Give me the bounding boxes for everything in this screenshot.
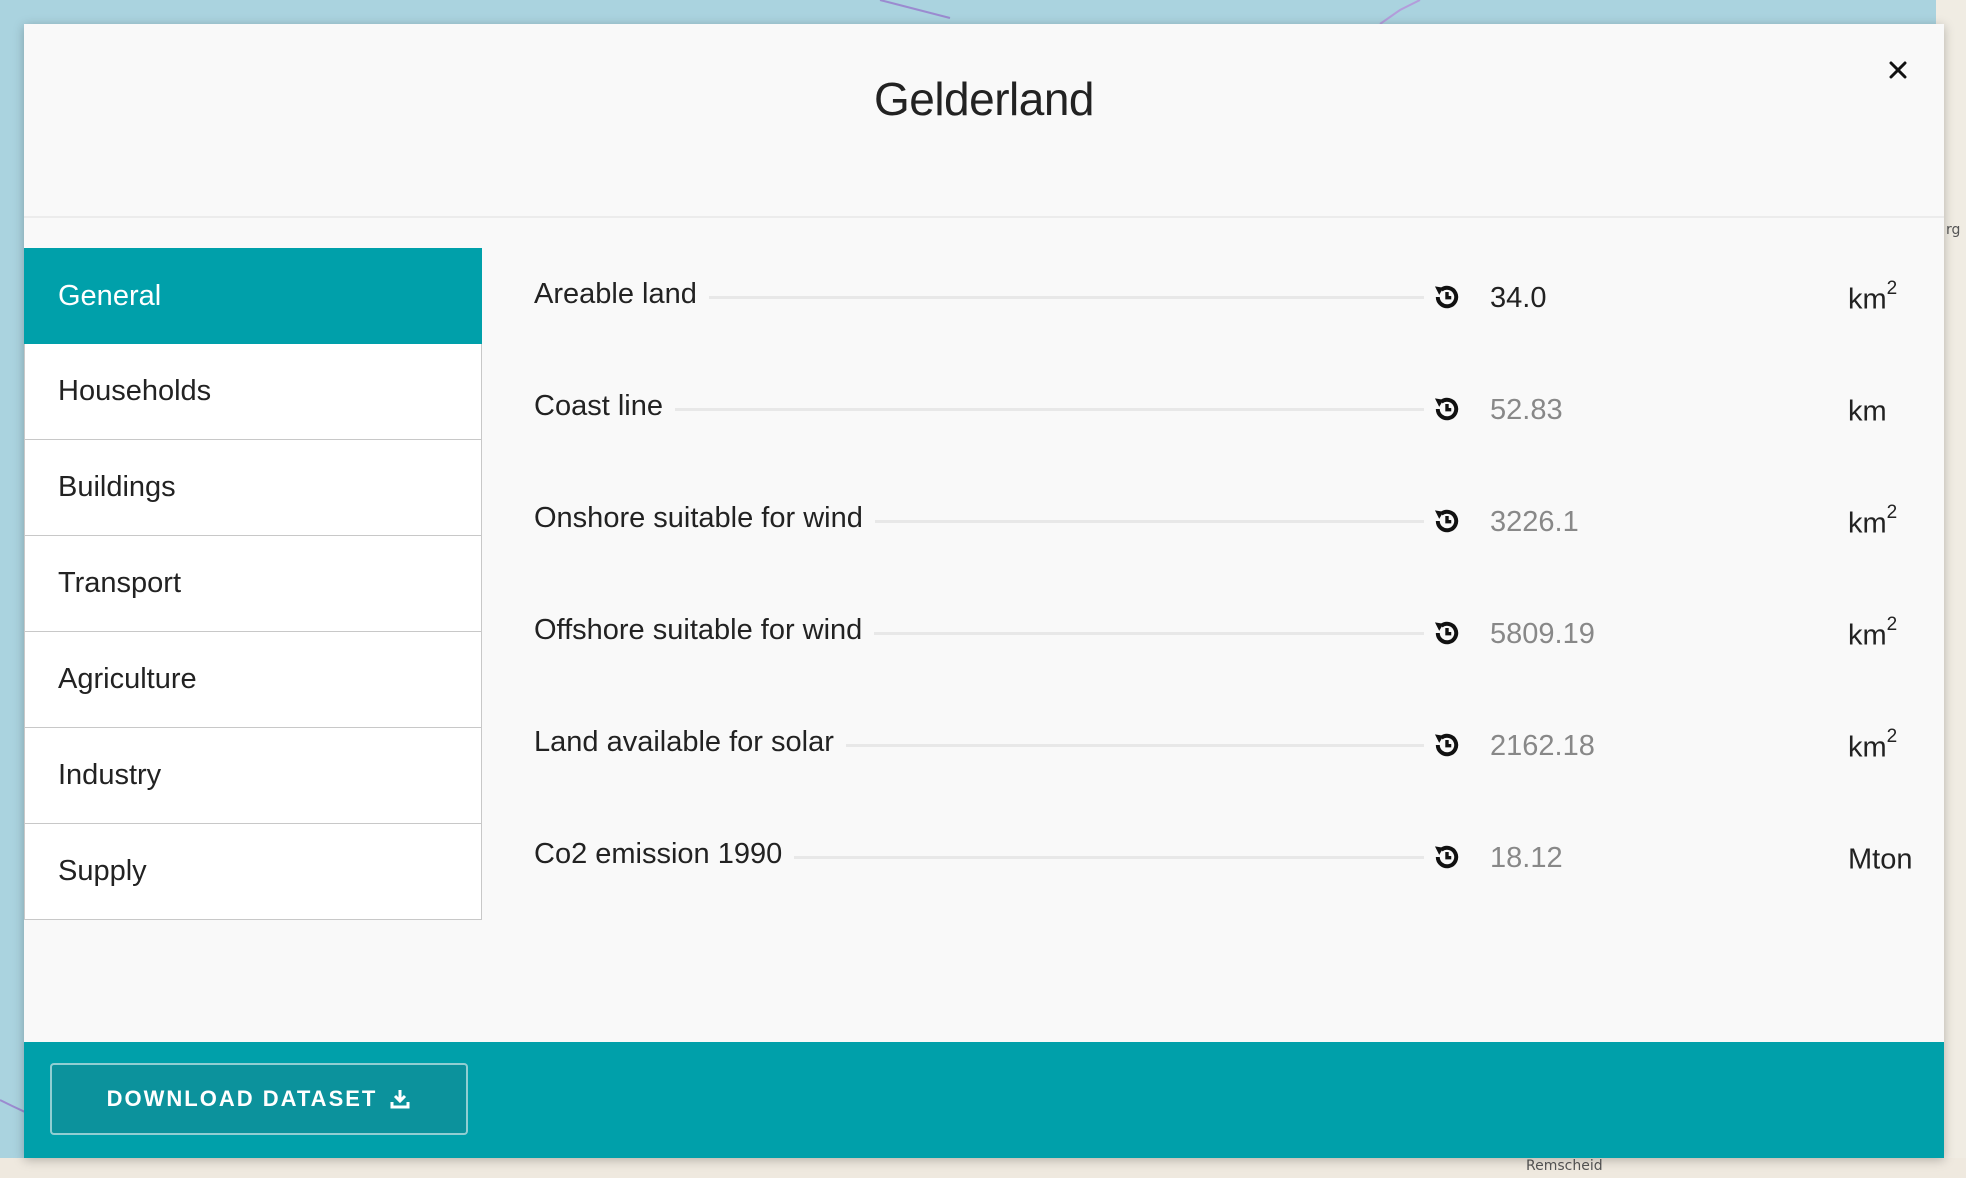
unit-text: km (1848, 395, 1887, 428)
dataset-row-areable-land: Areable land 34.0 km2 (534, 270, 1914, 382)
unit-exponent: 2 (1886, 278, 1898, 299)
dataset-row-onshore-wind: Onshore suitable for wind 3226.1 km2 (534, 494, 1914, 606)
row-unit: Mton (1848, 842, 1912, 877)
unit-exponent: 2 (1886, 502, 1898, 523)
row-value: 3226.1 (1490, 506, 1579, 538)
row-label: Co2 emission 1990 (534, 838, 795, 871)
download-dataset-button[interactable]: DOWNLOAD DATASET (50, 1063, 468, 1135)
reset-icon[interactable] (1430, 728, 1464, 762)
sidebar-item-buildings[interactable]: Buildings (24, 440, 482, 536)
sidebar-item-general[interactable]: General (24, 248, 482, 344)
unit-text: km (1848, 283, 1887, 316)
sidebar-item-households[interactable]: Households (24, 344, 482, 440)
sidebar-item-label: General (58, 279, 162, 312)
dataset-row-solar-land: Land available for solar 2162.18 km2 (534, 718, 1914, 830)
unit-text: km (1848, 731, 1887, 764)
map-land-bottom (0, 1158, 1966, 1178)
row-unit: km2 (1848, 614, 1897, 653)
download-icon (389, 1088, 411, 1110)
dataset-row-co2-emission: Co2 emission 1990 18.12 Mton (534, 830, 1914, 942)
row-value: 2162.18 (1490, 730, 1595, 762)
sidebar-item-label: Industry (58, 759, 162, 791)
download-button-label: DOWNLOAD DATASET (106, 1086, 378, 1111)
row-label: Onshore suitable for wind (534, 502, 875, 535)
unit-exponent: 2 (1886, 614, 1898, 635)
row-label: Coast line (534, 390, 675, 423)
row-value: 34.0 (1490, 282, 1547, 314)
sidebar-item-label: Buildings (58, 471, 176, 503)
row-unit: km2 (1848, 502, 1897, 541)
unit-text: km (1848, 619, 1887, 652)
reset-icon[interactable] (1430, 392, 1464, 426)
region-modal: Gelderland General Households Buildings … (24, 24, 1944, 1158)
sidebar-item-label: Transport (58, 567, 182, 599)
reset-icon[interactable] (1430, 840, 1464, 874)
reset-icon[interactable] (1430, 280, 1464, 314)
row-unit: km2 (1848, 726, 1897, 765)
row-value: 5809.19 (1490, 618, 1595, 650)
row-label: Offshore suitable for wind (534, 614, 875, 647)
row-unit: km (1848, 394, 1887, 429)
category-sidebar: General Households Buildings Transport A… (24, 248, 482, 920)
row-unit: km2 (1848, 278, 1897, 317)
modal-footer: DOWNLOAD DATASET (24, 1042, 1944, 1158)
sidebar-item-industry[interactable]: Industry (24, 728, 482, 824)
unit-text: km (1848, 507, 1887, 540)
sidebar-item-agriculture[interactable]: Agriculture (24, 632, 482, 728)
row-value: 52.83 (1490, 394, 1563, 426)
modal-header: Gelderland (24, 24, 1944, 218)
unit-exponent: 2 (1886, 726, 1898, 747)
sidebar-item-label: Agriculture (58, 663, 197, 695)
modal-title: Gelderland (873, 73, 1095, 125)
sidebar-item-label: Supply (58, 855, 147, 887)
dataset-row-offshore-wind: Offshore suitable for wind 5809.19 km2 (534, 606, 1914, 718)
reset-icon[interactable] (1430, 504, 1464, 538)
sidebar-item-supply[interactable]: Supply (24, 824, 482, 920)
row-label: Land available for solar (534, 726, 846, 759)
sidebar-item-transport[interactable]: Transport (24, 536, 482, 632)
sidebar-item-label: Households (58, 375, 212, 407)
map-label-fragment: rg (1946, 222, 1961, 238)
row-label: Areable land (534, 278, 709, 311)
reset-icon[interactable] (1430, 616, 1464, 650)
dataset-row-coast-line: Coast line 52.83 km (534, 382, 1914, 494)
row-value: 18.12 (1490, 842, 1563, 874)
close-icon (1889, 61, 1907, 79)
unit-text: Mton (1848, 843, 1913, 876)
map-label-remscheid: Remscheid (1526, 1158, 1603, 1174)
close-button[interactable] (1880, 52, 1916, 88)
dataset-rows: Areable land 34.0 km2 Coast line 52.83 k… (534, 270, 1914, 942)
